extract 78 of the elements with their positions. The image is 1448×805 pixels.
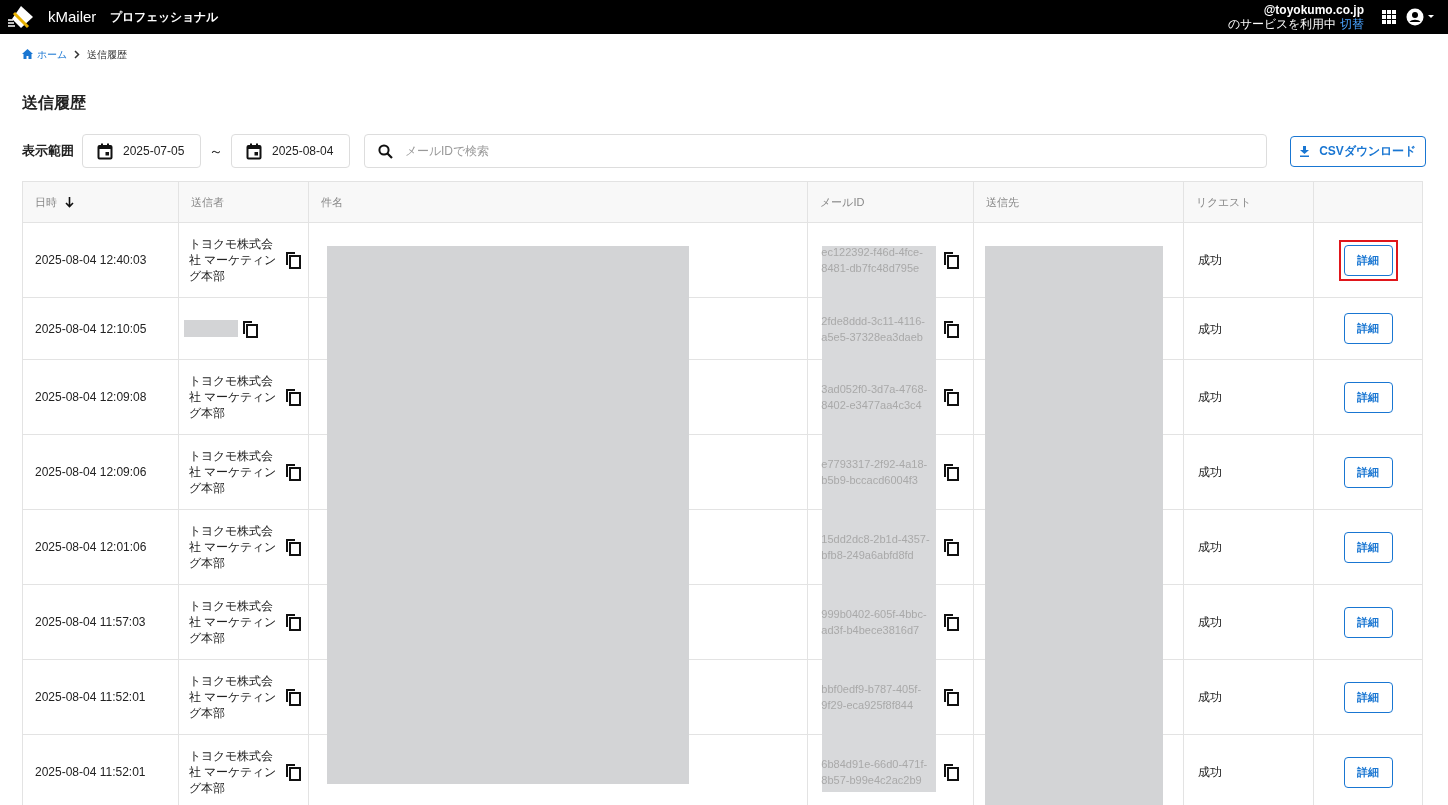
request-status: 成功: [1198, 689, 1223, 706]
copy-icon[interactable]: [284, 763, 301, 781]
home-icon: [22, 49, 33, 59]
copy-icon[interactable]: [943, 763, 960, 781]
detail-button[interactable]: 詳細: [1343, 313, 1393, 344]
request-status: 成功: [1198, 389, 1223, 406]
copy-icon[interactable]: [284, 613, 301, 631]
breadcrumb-link[interactable]: ホーム: [37, 46, 67, 62]
switch-link[interactable]: 切替: [1340, 17, 1364, 31]
request-status: 成功: [1198, 320, 1223, 338]
datetime-cell-text: 2025-08-04 12:40:03: [35, 252, 147, 269]
service-note: のサービスを利用中: [1228, 17, 1336, 31]
copy-icon[interactable]: [284, 538, 301, 556]
request-status: 成功: [1198, 539, 1223, 556]
detail-button[interactable]: 詳細: [1343, 681, 1393, 713]
column-header: リクエスト: [1196, 194, 1252, 210]
sender-cell-text: トヨクモ株式会社 マーケティング本部: [188, 748, 278, 796]
csv-download-button[interactable]: CSVダウンロード: [1290, 135, 1426, 167]
datetime-cell-text: 2025-08-04 11:52:01: [35, 764, 146, 781]
datetime-cell-text: 2025-08-04 12:10:05: [35, 320, 147, 338]
calendar-icon: [97, 142, 113, 160]
sort-down-icon[interactable]: [65, 196, 74, 208]
request-status: 成功: [1198, 764, 1223, 781]
copy-icon[interactable]: [943, 538, 960, 556]
chevron-right-icon: [74, 49, 80, 59]
request-status: 成功: [1198, 252, 1223, 269]
copy-icon[interactable]: [284, 251, 301, 269]
account-email: @toyokumo.co.jp: [1263, 3, 1364, 17]
download-icon: [1300, 145, 1310, 157]
account-menu-icon[interactable]: [1406, 8, 1436, 26]
copy-icon[interactable]: [943, 388, 960, 406]
copy-icon[interactable]: [943, 613, 960, 631]
column-header[interactable]: 日時: [35, 193, 57, 211]
copy-icon[interactable]: [943, 463, 960, 481]
copy-icon[interactable]: [284, 688, 301, 706]
copy-icon[interactable]: [284, 463, 301, 481]
detail-button[interactable]: 詳細: [1343, 756, 1393, 788]
datetime-cell-text: 2025-08-04 11:57:03: [35, 614, 146, 631]
start-date-field[interactable]: 2025-07-05: [82, 134, 201, 168]
sender-cell-text: トヨクモ株式会社 マーケティング本部: [188, 373, 278, 421]
sender-cell-text: トヨクモ株式会社 マーケティング本部: [188, 523, 278, 571]
end-date-field[interactable]: 2025-08-04: [231, 134, 350, 168]
datetime-cell-text: 2025-08-04 12:09:08: [35, 389, 147, 406]
copy-icon[interactable]: [284, 388, 301, 406]
detail-button[interactable]: 詳細: [1343, 531, 1393, 563]
detail-button[interactable]: 詳細: [1343, 606, 1393, 638]
app-name: kMailer: [48, 6, 97, 27]
copy-icon[interactable]: [943, 688, 960, 706]
detail-button[interactable]: 詳細: [1343, 244, 1393, 276]
calendar-icon: [246, 142, 262, 160]
apps-grid-icon[interactable]: [1382, 10, 1396, 24]
range-label: 表示範囲: [22, 142, 74, 161]
breadcrumb-current: 送信履歴: [87, 47, 127, 62]
sender-cell-text: トヨクモ株式会社 マーケティング本部: [188, 236, 278, 284]
detail-button[interactable]: 詳細: [1343, 456, 1393, 488]
search-field[interactable]: メールIDで検索: [364, 134, 1267, 168]
copy-icon[interactable]: [943, 251, 960, 269]
datetime-cell-text: 2025-08-04 12:01:06: [35, 539, 147, 556]
page-title: 送信履歴: [22, 93, 87, 113]
request-status: 成功: [1198, 464, 1223, 481]
copy-icon[interactable]: [943, 319, 960, 338]
datetime-cell-text: 2025-08-04 12:09:06: [35, 464, 147, 481]
redaction-block: [183, 320, 238, 337]
logo-icon[interactable]: [8, 5, 34, 29]
sender-cell-text: トヨクモ株式会社 マーケティング本部: [188, 448, 278, 496]
column-header: メールID: [820, 194, 865, 210]
copy-icon[interactable]: [241, 319, 258, 338]
range-separator: ～: [209, 141, 223, 161]
column-header: 送信先: [986, 194, 1020, 210]
search-icon: [378, 144, 393, 159]
sender-cell-text: トヨクモ株式会社 マーケティング本部: [188, 598, 278, 646]
request-status: 成功: [1198, 614, 1223, 631]
sender-cell-text: トヨクモ株式会社 マーケティング本部: [188, 673, 278, 721]
column-header: 送信者: [190, 194, 224, 210]
datetime-cell-text: 2025-08-04 11:52:01: [35, 689, 146, 706]
column-header: 件名: [320, 194, 343, 210]
detail-button[interactable]: 詳細: [1343, 381, 1393, 413]
edition-label: プロフェッショナル: [110, 9, 219, 26]
